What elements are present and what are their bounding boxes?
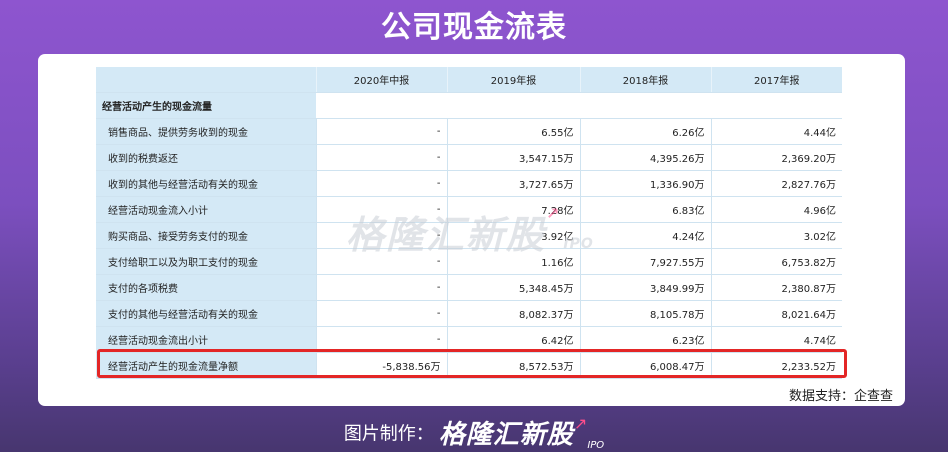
rising-arrow-icon: ↗ [546, 204, 562, 223]
table-row: 销售商品、提供劳务收到的现金 -6.55亿 6.26亿 4.44亿 [96, 118, 842, 145]
value-cell: 8,021.64万 [710, 300, 842, 327]
value-cell: 6.26亿 [579, 118, 711, 145]
row-label: 购买商品、接受劳务支付的现金 [96, 222, 316, 249]
value-cell: 4,395.26万 [579, 144, 711, 171]
value-cell: - [315, 144, 447, 171]
table-row: 收到的税费返还 -3,547.15万 4,395.26万 2,369.20万 [96, 144, 842, 171]
value-cell: 4.44亿 [710, 118, 842, 145]
table-row: 支付的各项税费 -5,348.45万 3,849.99万 2,380.87万 [96, 274, 842, 301]
value-cell: 8,105.78万 [579, 300, 711, 327]
header-cell: 2019年报 [446, 67, 580, 93]
watermark-brand: 格隆汇新股 [346, 213, 547, 257]
row-label: 经营活动现金流入小计 [96, 196, 316, 223]
page-title: 公司现金流表 [381, 10, 567, 45]
value-cell: 4.24亿 [579, 222, 711, 249]
watermark-ipo: IPO [563, 236, 594, 252]
row-label: 支付的各项税费 [96, 274, 316, 301]
value-cell: 4.96亿 [710, 196, 842, 223]
value-cell: 3,727.65万 [446, 170, 580, 197]
row-label: 收到的税费返还 [96, 144, 316, 171]
row-label: 收到的其他与经营活动有关的现金 [96, 170, 316, 197]
cash-flow-card: 2020年中报 2019年报 2018年报 2017年报 经营活动产生的现金流量… [38, 54, 905, 406]
rising-arrow-icon: ↗ [573, 414, 588, 433]
header-cell: 2017年报 [710, 67, 842, 93]
section-blank [316, 92, 842, 119]
section-label: 经营活动产生的现金流量 [96, 92, 316, 119]
footer: 图片制作： 格隆汇新股↗ IPO [0, 414, 948, 452]
value-cell: 2,827.76万 [710, 170, 842, 197]
value-cell: - [315, 274, 447, 301]
value-cell: 6.55亿 [446, 118, 580, 145]
header-cell: 2020年中报 [315, 67, 447, 93]
value-cell: - [315, 300, 447, 327]
value-cell: 6.83亿 [579, 196, 711, 223]
watermark: 格隆汇新股↗IPO [346, 204, 594, 259]
net-cash-flow-highlight [97, 349, 847, 378]
value-cell: 3.02亿 [710, 222, 842, 249]
footer-ipo: IPO [587, 440, 605, 451]
value-cell: 8,082.37万 [446, 300, 580, 327]
value-cell: - [315, 118, 447, 145]
footer-brand: 格隆汇新股 [438, 420, 574, 450]
value-cell: 5,348.45万 [446, 274, 580, 301]
row-label: 支付给职工以及为职工支付的现金 [96, 248, 316, 275]
section-row: 经营活动产生的现金流量 [96, 92, 842, 119]
header-cell [96, 67, 316, 93]
table-header-row: 2020年中报 2019年报 2018年报 2017年报 [96, 67, 842, 93]
value-cell: 2,380.87万 [710, 274, 842, 301]
footer-made-by: 图片制作： [343, 423, 434, 445]
value-cell: - [315, 170, 447, 197]
value-cell: 1,336.90万 [579, 170, 711, 197]
row-label: 支付的其他与经营活动有关的现金 [96, 300, 316, 327]
table-row: 收到的其他与经营活动有关的现金 -3,727.65万 1,336.90万 2,827.… [96, 170, 842, 197]
value-cell: 6,753.82万 [710, 248, 842, 275]
value-cell: 7,927.55万 [579, 248, 711, 275]
data-source: 数据支持：企查查 [788, 389, 893, 404]
header-cell: 2018年报 [579, 67, 711, 93]
table-row: 支付的其他与经营活动有关的现金 -8,082.37万 8,105.78万 8,021.… [96, 300, 842, 327]
value-cell: 3,849.99万 [579, 274, 711, 301]
row-label: 销售商品、提供劳务收到的现金 [96, 118, 316, 145]
value-cell: 3,547.15万 [446, 144, 580, 171]
value-cell: 2,369.20万 [710, 144, 842, 171]
